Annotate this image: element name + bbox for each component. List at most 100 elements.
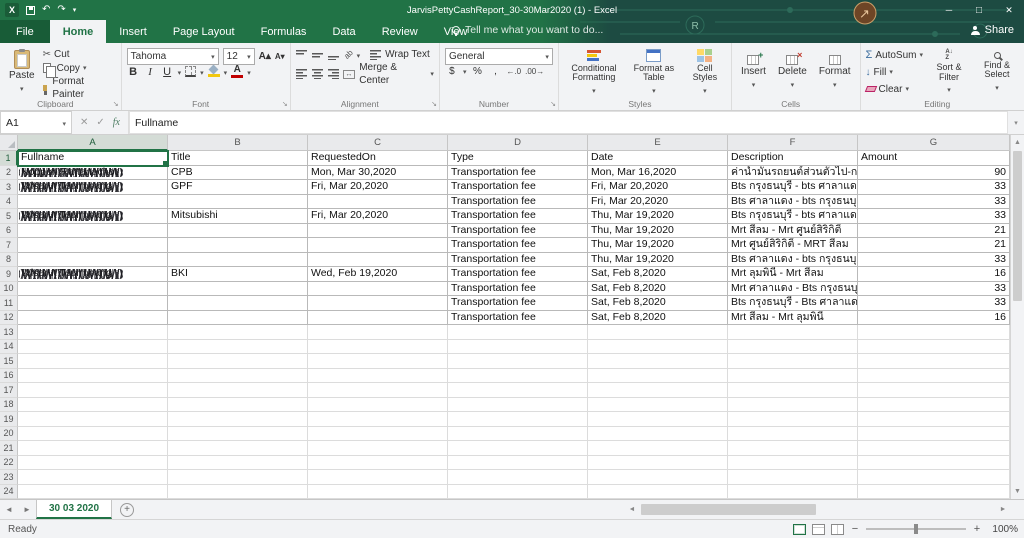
cell-B7[interactable] (168, 238, 308, 253)
cell-A9[interactable]: Wisarut Teurmpang (18, 267, 168, 282)
cell-F15[interactable] (728, 354, 858, 369)
cell-C6[interactable] (308, 224, 448, 239)
cell-C21[interactable] (308, 441, 448, 456)
tab-insert[interactable]: Insert (106, 20, 160, 43)
row-header-24[interactable]: 24 (0, 485, 18, 500)
cell-B1[interactable]: Title (168, 151, 308, 166)
cell-E23[interactable] (588, 470, 728, 485)
orientation-icon[interactable]: ab (342, 48, 355, 61)
cell-G2[interactable]: 90 (858, 166, 1010, 181)
cell-D6[interactable]: Transportation fee (448, 224, 588, 239)
font-name-combo[interactable]: Tahoma (127, 48, 219, 65)
close-button[interactable] (994, 0, 1024, 20)
cell-F12[interactable]: Mrt สีลม - Mrt ลุมพินี (728, 311, 858, 326)
cell-F1[interactable]: Description (728, 151, 858, 166)
cell-styles-button[interactable]: Cell Styles (684, 46, 726, 98)
row-header-2[interactable]: 2 (0, 166, 18, 181)
cell-D4[interactable]: Transportation fee (448, 195, 588, 210)
vertical-scrollbar[interactable] (1010, 135, 1024, 499)
format-painter-button[interactable]: Format Painter (43, 75, 116, 101)
cell-D7[interactable]: Transportation fee (448, 238, 588, 253)
undo-icon[interactable] (42, 5, 50, 15)
cancel-icon[interactable] (80, 117, 88, 128)
cell-A5[interactable]: Wisarut Teurmpang (18, 209, 168, 224)
column-header-F[interactable]: F (728, 135, 858, 151)
fill-color-dropdown-icon[interactable] (224, 66, 228, 78)
cell-A24[interactable] (18, 485, 168, 500)
cell-D19[interactable] (448, 412, 588, 427)
accounting-format-icon[interactable]: $ (445, 66, 459, 77)
cell-C4[interactable] (308, 195, 448, 210)
cell-G23[interactable] (858, 470, 1010, 485)
cell-F24[interactable] (728, 485, 858, 500)
cell-G5[interactable]: 33 (858, 209, 1010, 224)
row-header-12[interactable]: 12 (0, 311, 18, 326)
minimize-button[interactable] (934, 0, 964, 20)
cell-G18[interactable] (858, 398, 1010, 413)
cell-E9[interactable]: Sat, Feb 8,2020 (588, 267, 728, 282)
cell-G15[interactable] (858, 354, 1010, 369)
cell-D3[interactable]: Transportation fee (448, 180, 588, 195)
cell-A18[interactable] (18, 398, 168, 413)
font-size-combo[interactable]: 12 (223, 48, 255, 65)
cell-E18[interactable] (588, 398, 728, 413)
align-left-icon[interactable] (296, 69, 308, 79)
cell-B23[interactable] (168, 470, 308, 485)
row-header-10[interactable]: 10 (0, 282, 18, 297)
insert-function-icon[interactable]: fx (113, 117, 120, 128)
cell-E2[interactable]: Mon, Mar 16,2020 (588, 166, 728, 181)
row-header-9[interactable]: 9 (0, 267, 18, 282)
scroll-up-icon[interactable] (1011, 135, 1024, 150)
cell-F9[interactable]: Mrt ลุมพินี - Mrt สีลม (728, 267, 858, 282)
cell-A10[interactable] (18, 282, 168, 297)
cell-B9[interactable]: BKI (168, 267, 308, 282)
cell-G7[interactable]: 21 (858, 238, 1010, 253)
cell-E6[interactable]: Thu, Mar 19,2020 (588, 224, 728, 239)
cell-G11[interactable]: 33 (858, 296, 1010, 311)
row-header-21[interactable]: 21 (0, 441, 18, 456)
scroll-down-icon[interactable] (1011, 484, 1024, 499)
merge-center-dropdown-icon[interactable] (430, 67, 434, 81)
row-header-19[interactable]: 19 (0, 412, 18, 427)
cell-B8[interactable] (168, 253, 308, 268)
row-header-16[interactable]: 16 (0, 369, 18, 384)
cell-A6[interactable] (18, 224, 168, 239)
cell-D15[interactable] (448, 354, 588, 369)
horizontal-scrollbar[interactable]: ◄ ► (625, 502, 1010, 517)
sort-filter-button[interactable]: A↓Z Sort & Filter (927, 46, 971, 98)
cell-C12[interactable] (308, 311, 448, 326)
comma-style-icon[interactable]: , (488, 66, 502, 77)
column-header-G[interactable]: G (858, 135, 1010, 151)
scroll-right-icon[interactable]: ► (996, 506, 1010, 513)
cell-G14[interactable] (858, 340, 1010, 355)
cell-E16[interactable] (588, 369, 728, 384)
autosum-button[interactable]: AutoSum (866, 48, 923, 62)
row-header-4[interactable]: 4 (0, 195, 18, 210)
cell-A14[interactable] (18, 340, 168, 355)
tab-home[interactable]: Home (50, 20, 107, 43)
orientation-dropdown-icon[interactable] (357, 49, 361, 61)
redo-icon[interactable] (57, 5, 65, 15)
cell-F19[interactable] (728, 412, 858, 427)
next-sheet-icon[interactable] (18, 500, 36, 519)
zoom-slider-thumb[interactable] (914, 524, 918, 534)
cell-F23[interactable] (728, 470, 858, 485)
enter-icon[interactable] (96, 117, 104, 128)
row-header-3[interactable]: 3 (0, 180, 18, 195)
cell-G13[interactable] (858, 325, 1010, 340)
cell-A17[interactable] (18, 383, 168, 398)
cell-D11[interactable]: Transportation fee (448, 296, 588, 311)
cell-E8[interactable]: Thu, Mar 19,2020 (588, 253, 728, 268)
tab-file[interactable]: File (0, 20, 50, 43)
sheet-tab-30-03-2020[interactable]: 30 03 2020 (36, 500, 112, 519)
wrap-text-button[interactable]: Wrap Text (370, 48, 430, 61)
column-header-C[interactable]: C (308, 135, 448, 151)
number-format-combo[interactable]: General (445, 48, 553, 65)
paste-dropdown-icon[interactable] (20, 83, 24, 94)
cell-B2[interactable]: CPB (168, 166, 308, 181)
row-header-22[interactable]: 22 (0, 456, 18, 471)
cell-D5[interactable]: Transportation fee (448, 209, 588, 224)
cell-F17[interactable] (728, 383, 858, 398)
cell-D9[interactable]: Transportation fee (448, 267, 588, 282)
cell-C22[interactable] (308, 456, 448, 471)
